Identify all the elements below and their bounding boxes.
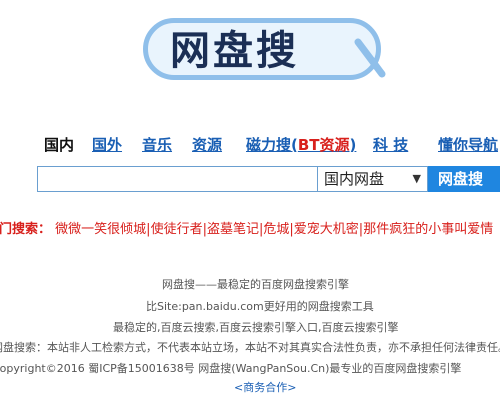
nav-item-magnet-search[interactable]: 磁力搜(BT资源) — [246, 134, 356, 155]
search-button[interactable]: 网盘搜 — [428, 166, 500, 192]
business-cooperation-link[interactable]: <商务合作> — [234, 379, 296, 395]
hot-search-link[interactable]: 危城 — [263, 222, 289, 237]
hot-search-link[interactable]: 微微一笑很倾城 — [55, 222, 146, 237]
nav-magnet-bt: BT资源 — [297, 136, 350, 154]
footer-tagline: 网盘搜——最稳定的百度网盘搜索引擎 — [162, 278, 349, 291]
nav-item-foreign[interactable]: 国外 — [92, 134, 122, 155]
nav-item-domestic[interactable]: 国内 — [44, 134, 74, 155]
hot-searches: 热门搜索： 微微一笑很倾城|使徒行者|盗墓笔记|危城|爱宠大机密|那件疯狂的小事… — [0, 218, 500, 237]
search-input[interactable] — [37, 166, 317, 192]
site-logo[interactable]: 网盘搜 — [143, 18, 381, 80]
nav-item-nav-guide[interactable]: 懂你导航 — [438, 134, 498, 155]
logo-text: 网盘搜 — [170, 28, 299, 74]
nav-item-music[interactable]: 音乐 — [142, 134, 172, 155]
hot-search-link[interactable]: 使徒行者 — [151, 222, 203, 237]
footer-description: 比Site:pan.baidu.com更好用的网盘搜索工具 — [146, 300, 374, 313]
hot-search-link[interactable]: 爱宠大机密 — [294, 222, 359, 237]
hot-searches-label: 热门搜索： — [0, 222, 52, 237]
footer-disclaimer: 网盘搜索：本站非人工检索方式，不代表本站立场，本站不对其真实合法性负责，亦不承担… — [0, 341, 500, 354]
nav-item-resources[interactable]: 资源 — [192, 134, 222, 155]
nav-magnet-suffix: ) — [349, 136, 357, 154]
search-scope-value: 国内网盘 — [324, 170, 385, 188]
nav-magnet-prefix: 磁力搜( — [246, 136, 298, 154]
dropdown-arrow-icon: ▼ — [412, 172, 421, 185]
footer-keywords: 最稳定的,百度云搜索,百度云搜索引擎入口,百度云搜索引擎 — [113, 321, 399, 334]
hot-search-link[interactable]: 那件疯狂的小事叫爱情 — [363, 222, 493, 237]
search-scope-select[interactable]: 国内网盘 ▼ — [317, 166, 428, 192]
nav-item-tech[interactable]: 科 技 — [373, 134, 408, 155]
magnifier-icon — [354, 38, 386, 78]
category-nav: 国内 国外 音乐 资源 磁力搜(BT资源) 科 技 懂你导航 — [0, 134, 500, 156]
hot-search-link[interactable]: 盗墓笔记 — [207, 222, 259, 237]
footer-copyright: Copyright©2016 蜀ICP备15001638号 网盘搜(WangPa… — [0, 362, 462, 375]
